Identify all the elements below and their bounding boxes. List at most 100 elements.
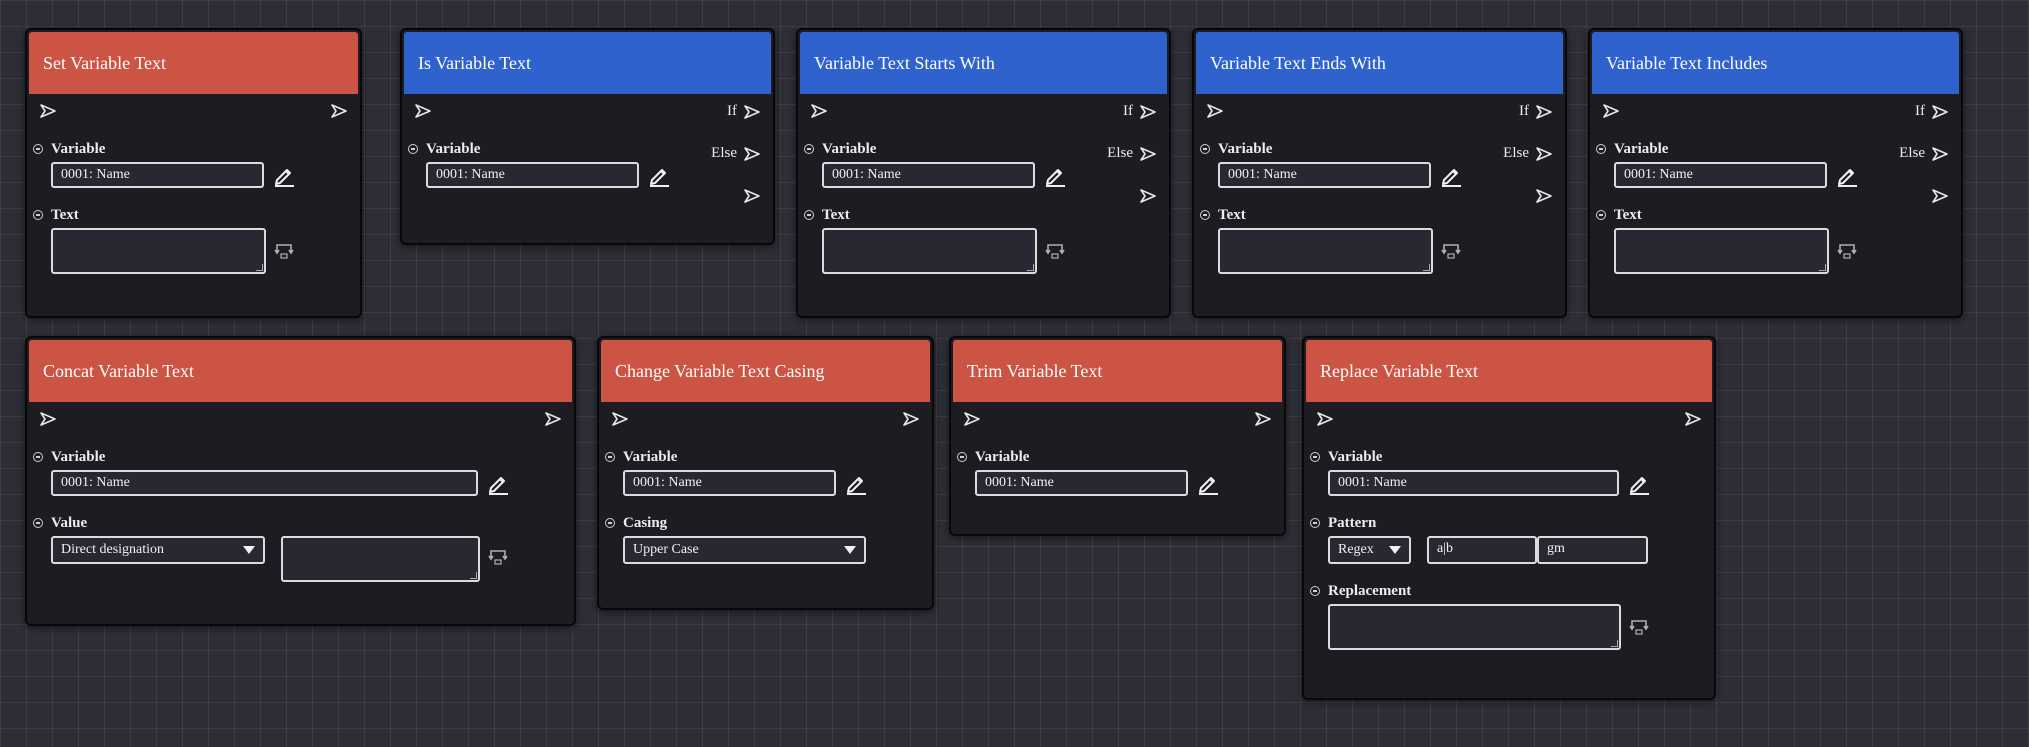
input-socket-icon[interactable] [1310,452,1320,462]
link-toggle-icon[interactable] [1837,242,1857,260]
link-toggle-icon[interactable] [1045,242,1065,260]
input-socket-icon[interactable] [1310,586,1320,596]
pencil-icon[interactable] [272,163,296,187]
input-socket-icon[interactable] [33,144,43,154]
flow-in-icon[interactable] [39,103,57,119]
if-label: If [727,103,737,119]
link-toggle-icon[interactable] [488,548,508,566]
pencil-icon[interactable] [1835,163,1859,187]
flow-in-icon[interactable] [611,411,629,427]
node-title[interactable]: Variable Text Includes [1592,32,1959,94]
input-socket-icon[interactable] [1200,144,1210,154]
pencil-icon[interactable] [1627,471,1651,495]
flow-out-icon[interactable] [330,103,348,119]
node-variable-text-starts-with[interactable]: Variable Text Starts With If Variable 00… [796,28,1171,318]
pattern-mode-select[interactable]: Regex [1328,536,1411,564]
input-socket-icon[interactable] [33,210,43,220]
input-socket-icon[interactable] [33,452,43,462]
node-set-variable-text[interactable]: Set Variable Text Variable 0001: Name Te… [25,28,362,318]
flow-out-icon[interactable] [902,411,920,427]
node-title[interactable]: Concat Variable Text [29,340,572,402]
flow-out-icon[interactable] [1684,411,1702,427]
if-output-icon[interactable] [1139,104,1157,120]
pencil-icon[interactable] [1043,163,1067,187]
variable-field[interactable]: 0001: Name [822,162,1035,188]
text-area[interactable] [1614,228,1829,274]
variable-field[interactable]: 0001: Name [975,470,1188,496]
flow-in-icon[interactable] [1602,103,1620,119]
text-area[interactable] [51,228,266,274]
variable-field[interactable]: 0001: Name [426,162,639,188]
if-output-icon[interactable] [1931,104,1949,120]
node-title[interactable]: Change Variable Text Casing [601,340,930,402]
variable-field[interactable]: 0001: Name [623,470,836,496]
else-output-icon[interactable] [743,146,761,162]
text-area[interactable] [822,228,1037,274]
node-replace-variable-text[interactable]: Replace Variable Text Variable 0001: Nam… [1302,336,1716,700]
node-trim-variable-text[interactable]: Trim Variable Text Variable 0001: Name [949,336,1286,536]
else-output-icon[interactable] [1139,146,1157,162]
pattern-field[interactable]: a|b [1427,536,1537,564]
input-socket-icon[interactable] [33,518,43,528]
input-socket-icon[interactable] [605,452,615,462]
flags-field[interactable]: gm [1537,536,1648,564]
input-socket-icon[interactable] [957,452,967,462]
node-title[interactable]: Variable Text Ends With [1196,32,1563,94]
input-socket-icon[interactable] [605,518,615,528]
next-output-icon[interactable] [1139,188,1157,204]
variable-field[interactable]: 0001: Name [1218,162,1431,188]
pencil-icon[interactable] [1439,163,1463,187]
next-output-icon[interactable] [743,188,761,204]
input-socket-icon[interactable] [804,144,814,154]
flow-in-icon[interactable] [810,103,828,119]
flow-out-icon[interactable] [544,411,562,427]
variable-field[interactable]: 0001: Name [1614,162,1827,188]
node-title[interactable]: Set Variable Text [29,32,358,94]
node-title[interactable]: Replace Variable Text [1306,340,1712,402]
node-variable-text-includes[interactable]: Variable Text Includes If Variable 0001:… [1588,28,1963,318]
node-concat-variable-text[interactable]: Concat Variable Text Variable 0001: Name… [25,336,576,626]
value-text-area[interactable] [281,536,480,582]
input-socket-icon[interactable] [408,144,418,154]
node-is-variable-text[interactable]: Is Variable Text If Variable 0001: Name … [400,28,775,245]
input-socket-icon[interactable] [1596,210,1606,220]
pencil-icon[interactable] [844,471,868,495]
node-title[interactable]: Is Variable Text [404,32,771,94]
variable-field[interactable]: 0001: Name [51,162,264,188]
flow-in-icon[interactable] [414,103,432,119]
input-socket-icon[interactable] [1200,210,1210,220]
flow-in-icon[interactable] [963,411,981,427]
input-socket-icon[interactable] [1310,518,1320,528]
flow-out-icon[interactable] [1254,411,1272,427]
flow-in-icon[interactable] [1206,103,1224,119]
pencil-icon[interactable] [1196,471,1220,495]
input-socket-icon[interactable] [1596,144,1606,154]
pencil-icon[interactable] [647,163,671,187]
else-output-icon[interactable] [1931,146,1949,162]
input-socket-icon[interactable] [804,210,814,220]
link-toggle-icon[interactable] [274,242,294,260]
else-output-icon[interactable] [1535,146,1553,162]
casing-select[interactable]: Upper Case [623,536,866,564]
variable-field[interactable]: 0001: Name [1328,470,1619,496]
pencil-icon[interactable] [486,471,510,495]
next-output-icon[interactable] [1931,188,1949,204]
next-output-icon[interactable] [1535,188,1553,204]
node-change-variable-text-casing[interactable]: Change Variable Text Casing Variable 000… [597,336,934,610]
node-title[interactable]: Variable Text Starts With [800,32,1167,94]
value-source-select[interactable]: Direct designation [51,536,265,564]
flow-in-icon[interactable] [39,411,57,427]
value-label: Value [51,515,88,531]
if-output-icon[interactable] [743,104,761,120]
text-area[interactable] [1218,228,1433,274]
link-toggle-icon[interactable] [1629,618,1649,636]
node-title[interactable]: Trim Variable Text [953,340,1282,402]
else-label: Else [1899,145,1925,161]
flow-in-icon[interactable] [1316,411,1334,427]
if-output-icon[interactable] [1535,104,1553,120]
variable-label: Variable [51,449,106,465]
link-toggle-icon[interactable] [1441,242,1461,260]
variable-field[interactable]: 0001: Name [51,470,478,496]
replacement-text-area[interactable] [1328,604,1621,650]
node-variable-text-ends-with[interactable]: Variable Text Ends With If Variable 0001… [1192,28,1567,318]
